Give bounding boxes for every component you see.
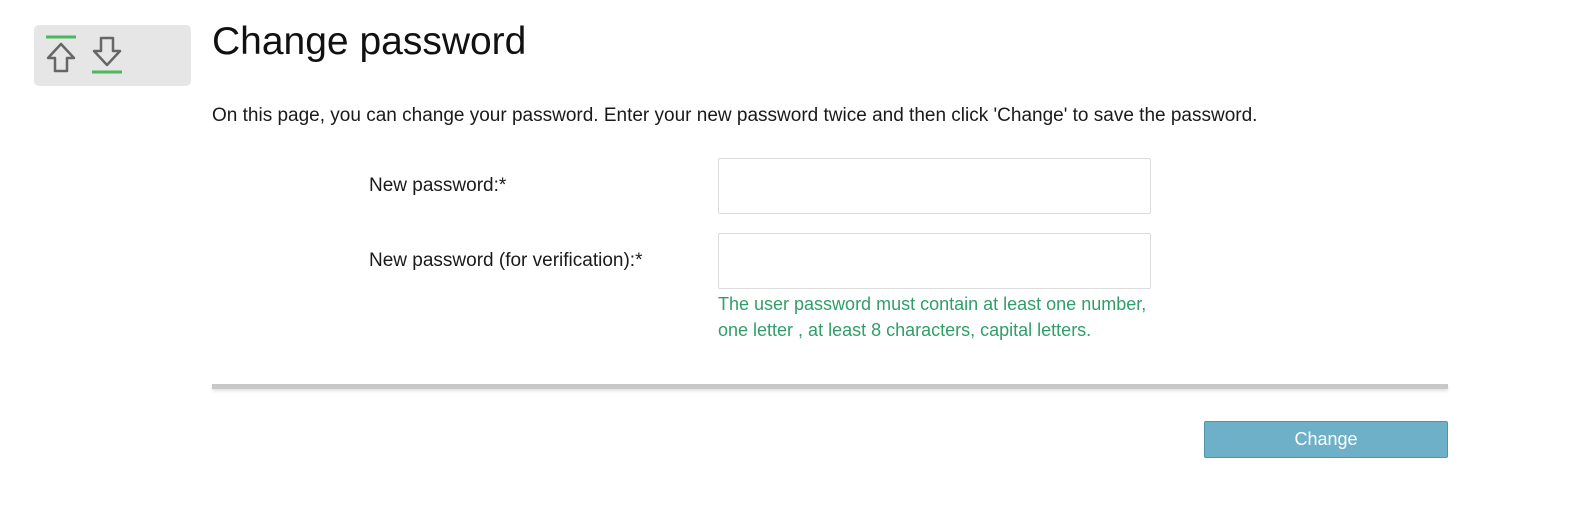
form-divider — [212, 384, 1448, 389]
change-button[interactable]: Change — [1204, 421, 1448, 458]
new-password-input[interactable] — [718, 158, 1151, 214]
toolbar — [34, 25, 191, 86]
move-to-top-icon — [46, 35, 76, 73]
move-to-bottom-icon — [92, 36, 122, 74]
verify-password-label: New password (for verification):* — [369, 250, 643, 271]
password-requirements-hint: The user password must contain at least … — [718, 294, 1147, 340]
move-to-bottom-button[interactable] — [89, 34, 125, 76]
move-to-top-button[interactable] — [43, 34, 79, 76]
new-password-label: New password:* — [369, 175, 507, 196]
page-title: Change password — [212, 20, 527, 63]
page-intro: On this page, you can change your passwo… — [212, 105, 1258, 126]
verify-password-input[interactable] — [718, 233, 1151, 289]
